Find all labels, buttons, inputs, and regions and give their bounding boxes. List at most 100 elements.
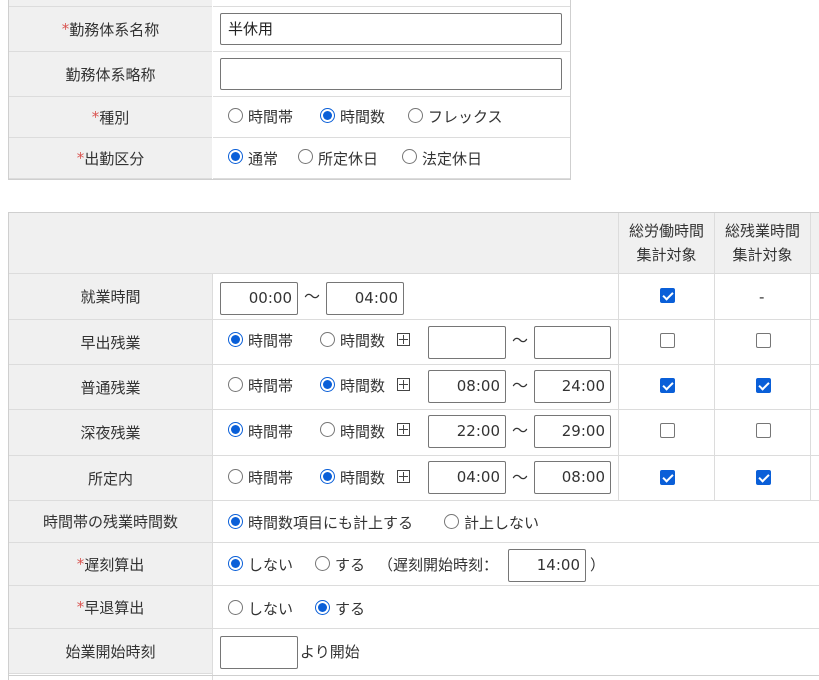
early-leave-radio-no[interactable]	[228, 600, 243, 615]
divider	[213, 455, 819, 456]
work-hours-from-input[interactable]: 00:00	[220, 282, 298, 315]
early-ot-radio-band[interactable]	[228, 332, 243, 347]
required-mark: *	[76, 149, 85, 167]
normal-ot-to-input[interactable]: 24:00	[534, 370, 611, 403]
work-hours-total-work-checkbox[interactable]	[660, 288, 675, 303]
scheduled-radio-hours[interactable]	[320, 469, 335, 484]
early-ot-total-ot-checkbox[interactable]	[756, 333, 771, 348]
normal-ot-total-work-checkbox[interactable]	[660, 378, 675, 393]
normal-ot-label-cell: 普通残業	[9, 365, 212, 410]
total-work-header-sub: 集計対象	[636, 246, 697, 264]
divider	[213, 319, 819, 320]
scheduled-label: 所定内	[87, 469, 133, 488]
type-radio-hours[interactable]	[320, 108, 335, 123]
tilde: 〜	[512, 331, 529, 350]
header-label-cell	[9, 213, 618, 274]
divider	[8, 179, 571, 180]
early-ot-option-label: 時間帯	[248, 332, 294, 350]
attend-label: 出勤区分	[84, 149, 145, 168]
label-cell	[9, 0, 212, 7]
type-label-cell: * 種別	[9, 97, 212, 138]
divider	[213, 628, 819, 629]
early-leave-option-label: しない	[248, 600, 294, 618]
tilde: 〜	[512, 468, 529, 487]
normal-ot-radio-hours[interactable]	[320, 377, 335, 392]
early-leave-label-cell: * 早退算出	[9, 586, 212, 629]
early-leave-radio-yes[interactable]	[315, 600, 330, 615]
work-system-name-input[interactable]: 半休用	[220, 13, 562, 45]
night-ot-option-label: 時間帯	[248, 423, 294, 441]
scheduled-to-input[interactable]: 08:00	[534, 461, 611, 494]
type-option-label: 時間数	[340, 108, 386, 126]
early-leave-option-label: する	[335, 600, 366, 618]
scheduled-radio-band[interactable]	[228, 469, 243, 484]
divider	[618, 213, 619, 501]
start-time-input[interactable]	[220, 636, 298, 669]
attend-radio-legal-holiday[interactable]	[402, 149, 417, 164]
normal-ot-total-ot-checkbox[interactable]	[756, 378, 771, 393]
late-label-cell: * 遅刻算出	[9, 543, 212, 586]
normal-ot-label: 普通残業	[80, 378, 141, 397]
late-radio-yes[interactable]	[315, 556, 330, 571]
late-radio-no[interactable]	[228, 556, 243, 571]
work-system-short-name-input[interactable]	[220, 58, 562, 90]
night-ot-label-cell: 深夜残業	[9, 410, 212, 456]
scheduled-total-work-checkbox[interactable]	[660, 470, 675, 485]
late-label: 遅刻算出	[84, 555, 145, 574]
expand-plus-icon[interactable]	[397, 470, 410, 483]
attend-label-cell: * 出勤区分	[9, 138, 212, 179]
divider	[213, 500, 819, 501]
type-radio-band[interactable]	[228, 108, 243, 123]
band-ot-label-cell: 時間帯の残業時間数	[9, 501, 212, 543]
expand-plus-icon[interactable]	[397, 333, 410, 346]
work-hours-total-ot-dash: -	[759, 288, 765, 306]
value-cell	[213, 0, 570, 7]
name-label: 勤務体系名称	[69, 20, 160, 39]
early-ot-to-input[interactable]	[534, 326, 611, 359]
divider	[213, 364, 819, 365]
total-ot-header-sub: 集計対象	[732, 246, 793, 264]
expand-plus-icon[interactable]	[397, 423, 410, 436]
night-ot-radio-band[interactable]	[228, 422, 243, 437]
early-ot-option-label: 時間数	[340, 332, 386, 350]
work-hours-to-input[interactable]: 04:00	[326, 282, 404, 315]
scheduled-total-ot-checkbox[interactable]	[756, 470, 771, 485]
attend-radio-scheduled-holiday[interactable]	[298, 149, 313, 164]
early-ot-radio-hours[interactable]	[320, 332, 335, 347]
band-ot-radio-exclude[interactable]	[444, 514, 459, 529]
night-ot-radio-hours[interactable]	[320, 422, 335, 437]
work-hours-label-cell: 就業時間	[9, 274, 212, 320]
attend-option-label: 所定休日	[318, 150, 379, 168]
start-time-label: 始業開始時刻	[65, 642, 156, 661]
divider	[810, 213, 811, 501]
night-ot-label: 深夜残業	[80, 424, 141, 442]
start-time-label-cell: 始業開始時刻	[9, 629, 212, 674]
night-ot-total-work-checkbox[interactable]	[660, 423, 675, 438]
type-option-label: 時間帯	[248, 108, 294, 126]
early-ot-total-work-checkbox[interactable]	[660, 333, 675, 348]
work-hours-label: 就業時間	[80, 288, 141, 306]
night-ot-to-input[interactable]: 29:00	[534, 415, 611, 448]
divider	[8, 675, 819, 676]
short-name-label: 勤務体系略称	[65, 65, 156, 84]
early-ot-from-input[interactable]	[428, 326, 506, 359]
scheduled-option-label: 時間帯	[248, 469, 294, 487]
total-work-header: 総労働時間 集計対象	[619, 213, 714, 274]
band-ot-radio-include[interactable]	[228, 514, 243, 529]
scheduled-option-label: 時間数	[340, 469, 386, 487]
normal-ot-radio-band[interactable]	[228, 377, 243, 392]
expand-plus-icon[interactable]	[397, 378, 410, 391]
type-option-label: フレックス	[428, 108, 503, 126]
required-mark: *	[76, 598, 85, 616]
normal-ot-from-input[interactable]: 08:00	[428, 370, 506, 403]
attend-radio-normal[interactable]	[228, 149, 243, 164]
early-ot-label: 早出残業	[80, 333, 141, 352]
type-radio-flex[interactable]	[408, 108, 423, 123]
late-close-paren: ）	[590, 556, 606, 574]
late-start-time-input[interactable]: 14:00	[508, 549, 586, 582]
attend-option-label: 通常	[248, 150, 279, 168]
scheduled-from-input[interactable]: 04:00	[428, 461, 506, 494]
late-start-label: （遅刻開始時刻：	[378, 556, 499, 574]
night-ot-from-input[interactable]: 22:00	[428, 415, 506, 448]
night-ot-total-ot-checkbox[interactable]	[756, 423, 771, 438]
